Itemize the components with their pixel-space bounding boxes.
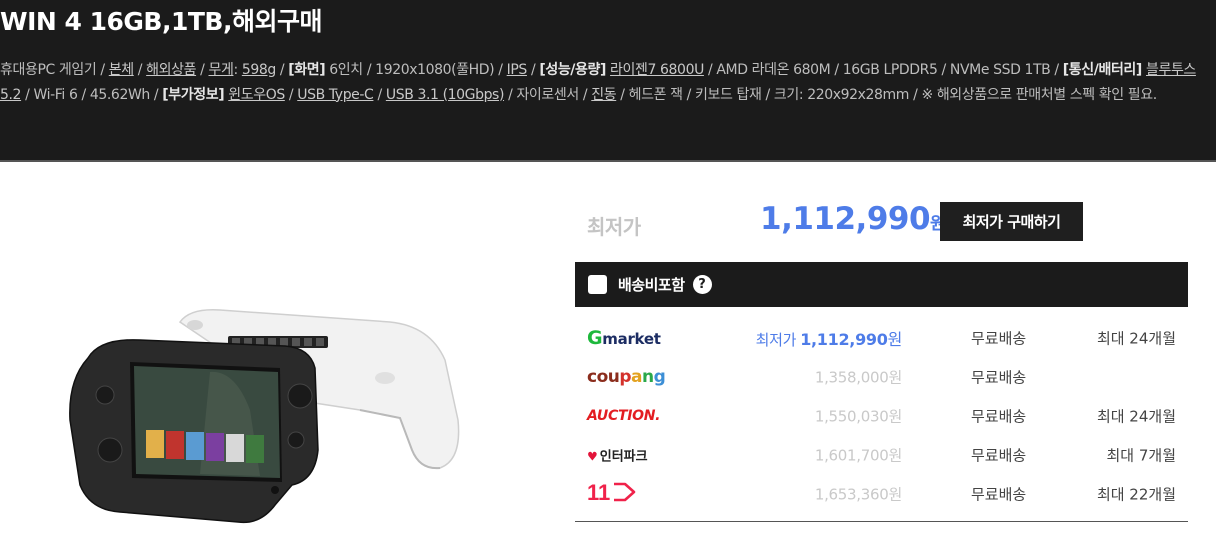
- spec-text: /: [133, 62, 147, 78]
- seller-price-amount: 1,653,360: [814, 485, 889, 503]
- spec-text: / 헤드폰 잭 / 키보드 탑재 / 크기: 220x92x28mm / ※ 해…: [616, 86, 1157, 103]
- spec-link[interactable]: 진동: [591, 87, 616, 103]
- seller-price-amount: 1,550,030: [814, 407, 889, 425]
- shipping-info: 무료배송: [971, 368, 1027, 386]
- installment-info: 최대 22개월: [1096, 485, 1176, 503]
- spec-text: 6인치 / 1920x1080(풀HD) /: [325, 62, 507, 78]
- seller-row-gmarket[interactable]: Gmarket 최저가 1,112,990원 무료배송 최대 24개월: [575, 318, 1188, 357]
- spec-text: / 자이로센서 /: [504, 86, 592, 103]
- spec-link[interactable]: 598g: [242, 62, 276, 78]
- lowest-price-amount: 1,112,990: [760, 201, 931, 237]
- seller-price-currency: 원: [888, 485, 902, 503]
- spec-link[interactable]: 본체: [109, 62, 134, 78]
- seller-price-amount: 1,358,000: [814, 368, 889, 386]
- shipping-info: 무료배송: [971, 485, 1027, 503]
- spec-category: [성능/용량]: [539, 62, 606, 78]
- spec-text: /: [526, 62, 540, 78]
- black-device-image: [69, 339, 319, 524]
- seller-row-auction[interactable]: AUCTION. 1,550,030원 무료배송 최대 24개월: [575, 396, 1188, 435]
- shipping-included-checkbox[interactable]: [588, 275, 607, 294]
- shipping-info: 무료배송: [971, 329, 1027, 347]
- product-image: [69, 309, 460, 524]
- spec-text: /: [373, 86, 386, 103]
- buy-lowest-button[interactable]: 최저가 구매하기: [940, 202, 1083, 241]
- help-icon[interactable]: ?: [692, 275, 712, 294]
- auction-logo[interactable]: AUCTION.: [587, 408, 660, 424]
- spec-link[interactable]: 윈도우OS: [228, 87, 285, 103]
- spec-link[interactable]: 해외상품: [146, 62, 196, 78]
- seller-price-amount: 1,601,700: [814, 446, 889, 464]
- spec-text: :: [233, 62, 242, 78]
- spec-link[interactable]: IPS: [507, 62, 528, 78]
- product-title: WIN 4 16GB,1TB,해외구매: [0, 7, 322, 36]
- seller-row-11st[interactable]: 11 1,653,360원 무료배송 최대 22개월: [575, 474, 1188, 513]
- shipping-filter-bar: 배송비포함 ?: [575, 262, 1188, 307]
- spec-link[interactable]: USB 3.1 (10Gbps): [386, 87, 505, 103]
- seller-price[interactable]: 1,358,000원: [815, 366, 902, 387]
- coupang-logo[interactable]: coupang: [587, 367, 666, 387]
- spec-text: /: [196, 62, 209, 78]
- spec-category: [화면]: [288, 62, 326, 78]
- installment-info: 최대 24개월: [1096, 407, 1176, 425]
- 11st-logo[interactable]: 11: [587, 480, 637, 508]
- spec-text: /: [284, 86, 298, 103]
- interpark-logo[interactable]: ♥ 인터파크: [587, 445, 648, 464]
- spec-text: /: [275, 62, 289, 78]
- seller-price[interactable]: 최저가 1,112,990원: [755, 326, 903, 350]
- seller-row-coupang[interactable]: coupang 1,358,000원 무료배송: [575, 357, 1188, 396]
- product-header: WIN 4 16GB,1TB,해외구매 휴대용PC 게임기 / 본체 / 해외상…: [0, 0, 1216, 162]
- seller-price-currency: 원: [888, 368, 902, 386]
- product-specs: 휴대용PC 게임기 / 본체 / 해외상품 / 무게: 598g / [화면] …: [0, 58, 1212, 107]
- shipping-info: 무료배송: [971, 407, 1027, 425]
- seller-price[interactable]: 1,601,700원: [815, 444, 902, 465]
- installment-info: 최대 7개월: [1106, 446, 1176, 464]
- seller-price-list: Gmarket 최저가 1,112,990원 무료배송 최대 24개월 coupa…: [575, 318, 1188, 513]
- spec-link[interactable]: USB Type-C: [297, 87, 374, 103]
- seller-row-interpark[interactable]: ♥ 인터파크 1,601,700원 무료배송 최대 7개월: [575, 435, 1188, 474]
- spec-text: 휴대용PC 게임기 /: [0, 62, 109, 78]
- spec-link[interactable]: 무게: [209, 62, 234, 78]
- shipping-info: 무료배송: [971, 446, 1027, 464]
- spec-link[interactable]: 라이젠7 6800U: [610, 62, 704, 78]
- installment-info: 최대 24개월: [1096, 329, 1176, 347]
- spec-text: / AMD 라데온 680M / 16GB LPDDR5 / NVMe SSD …: [703, 62, 1063, 78]
- seller-price-currency: 원: [888, 407, 902, 425]
- spec-category: [부가정보]: [162, 86, 225, 103]
- heart-icon: ♥: [587, 449, 598, 463]
- lowest-price-label: 최저가: [587, 215, 641, 239]
- spec-text: / Wi-Fi 6 / 45.62Wh /: [21, 86, 163, 103]
- spec-category: [통신/배터리]: [1062, 62, 1143, 78]
- gmarket-logo[interactable]: Gmarket: [587, 327, 661, 349]
- lowest-price-value: 1,112,990원: [760, 201, 946, 237]
- shipping-included-label[interactable]: 배송비포함: [618, 274, 685, 295]
- seller-price-amount: 1,112,990: [800, 329, 888, 349]
- seller-price-currency: 원: [888, 446, 902, 464]
- list-divider: [575, 521, 1188, 522]
- svg-text:11: 11: [587, 480, 610, 504]
- lowest-tag: 최저가: [755, 330, 797, 349]
- seller-price-currency: 원: [887, 329, 903, 349]
- seller-price[interactable]: 1,653,360원: [815, 483, 902, 504]
- seller-price[interactable]: 1,550,030원: [815, 405, 902, 426]
